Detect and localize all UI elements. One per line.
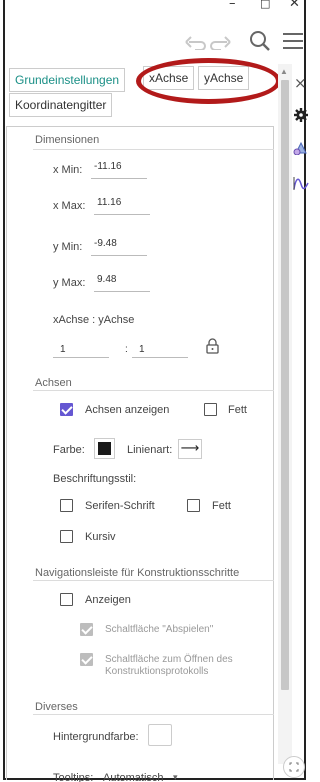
show-axes-checkbox[interactable] <box>60 403 73 416</box>
background-color-label: Hintergrundfarbe: <box>53 731 139 743</box>
xmin-underline <box>91 178 147 179</box>
ratio-y-input[interactable]: 1 <box>139 344 145 355</box>
section-title-navigation: Navigationsleiste für Konstruktionsschri… <box>35 567 240 579</box>
ymin-underline <box>91 255 147 256</box>
background-color-button[interactable] <box>148 724 172 746</box>
label-bold-label: Fett <box>212 500 231 512</box>
color-label: Farbe: <box>53 444 85 456</box>
scroll-thumb[interactable] <box>281 80 289 690</box>
open-protocol-label-line1: Schaltfläche zum Öffnen des <box>105 654 233 665</box>
serif-checkbox[interactable] <box>60 499 73 512</box>
tab-xachse[interactable]: xAchse <box>143 66 195 90</box>
hamburger-menu-icon[interactable] <box>283 32 303 53</box>
divider <box>33 714 274 715</box>
open-protocol-label-line2: Konstruktionsprotokolls <box>105 666 209 677</box>
settings-panel: Dimensionen x Min: -11.16 x Max: 11.16 y… <box>6 126 274 782</box>
divider <box>33 580 274 581</box>
label-bold-checkbox[interactable] <box>187 499 200 512</box>
ratio-separator: : <box>125 344 128 355</box>
ratio-x-underline <box>53 357 109 358</box>
ymax-underline <box>94 291 150 292</box>
ymin-input[interactable]: -9.48 <box>94 238 117 249</box>
window-titlebar: – □ ✕ <box>5 0 308 14</box>
ratio-label: xAchse : yAchse <box>53 314 135 326</box>
divider <box>33 149 274 150</box>
lock-icon[interactable] <box>206 338 219 357</box>
undo-icon[interactable] <box>185 34 207 53</box>
function-graph-icon[interactable] <box>293 175 309 194</box>
section-title-achsen: Achsen <box>35 377 72 389</box>
ratio-y-underline <box>132 357 188 358</box>
section-title-diverses: Diverses <box>35 701 78 713</box>
tooltips-label: Tooltips: <box>53 772 94 782</box>
serif-label: Serifen-Schrift <box>85 500 155 512</box>
axes-color-button[interactable] <box>94 438 115 459</box>
open-protocol-checkbox[interactable] <box>80 653 93 666</box>
italic-label: Kursiv <box>85 531 116 543</box>
divider <box>33 390 274 391</box>
close-panel-icon[interactable]: × <box>294 74 307 92</box>
tab-yachse[interactable]: yAchse <box>198 66 250 90</box>
linetype-button[interactable]: ⟶ <box>178 439 202 459</box>
maximize-button[interactable]: □ <box>260 0 270 10</box>
ratio-x-input[interactable]: 1 <box>60 344 66 355</box>
tab-grundeinstellungen[interactable]: Grundeinstellungen <box>9 68 126 92</box>
ymax-label: y Max: <box>53 277 86 289</box>
axes-bold-label: Fett <box>228 404 247 416</box>
ymax-input[interactable]: 9.48 <box>97 274 116 285</box>
scrollbar[interactable]: ▲ <box>278 64 292 764</box>
xmax-underline <box>94 214 150 215</box>
toolbar <box>5 28 308 64</box>
close-window-button[interactable]: ✕ <box>289 0 300 11</box>
section-title-dimensionen: Dimensionen <box>35 134 100 146</box>
fullscreen-icon[interactable] <box>283 756 305 778</box>
tooltips-select[interactable]: Automatisch <box>103 772 164 782</box>
show-axes-label: Achsen anzeigen <box>85 404 170 416</box>
search-icon[interactable] <box>249 30 271 55</box>
redo-icon[interactable] <box>209 34 231 53</box>
linetype-label: Linienart: <box>127 444 173 456</box>
tab-koordinatengitter[interactable]: Koordinatengitter <box>9 93 113 117</box>
scroll-up-arrow-icon[interactable]: ▲ <box>280 67 288 76</box>
settings-window: – □ ✕ Grundeinstellungen xAchse yAchse K… <box>3 0 309 782</box>
ymin-label: y Min: <box>53 241 83 253</box>
play-button-checkbox[interactable] <box>80 623 93 636</box>
axes-bold-checkbox[interactable] <box>204 403 217 416</box>
xmin-input[interactable]: -11.16 <box>94 161 122 172</box>
navigation-show-label: Anzeigen <box>85 594 131 606</box>
navigation-show-checkbox[interactable] <box>60 593 73 606</box>
graphics-view-icon[interactable] <box>293 141 309 158</box>
xmax-label: x Max: <box>53 200 86 212</box>
labelstyle-label: Beschriftungsstil: <box>53 473 137 485</box>
italic-checkbox[interactable] <box>60 530 73 543</box>
xmin-label: x Min: <box>53 164 83 176</box>
xmax-input[interactable]: 11.16 <box>97 197 121 208</box>
play-button-label: Schaltfläche "Abspielen" <box>105 624 214 635</box>
chevron-down-icon[interactable]: ▾ <box>173 772 178 782</box>
minimize-button[interactable]: – <box>229 0 236 11</box>
gear-icon[interactable] <box>294 108 308 125</box>
